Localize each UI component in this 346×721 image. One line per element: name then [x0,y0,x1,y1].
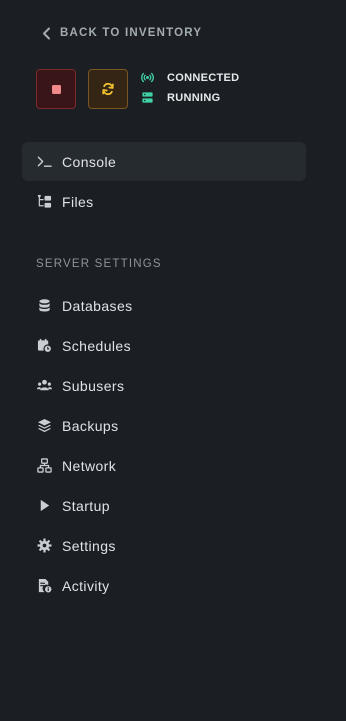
broadcast-icon [141,72,154,83]
chevron-left-icon [43,27,50,39]
nav-item-databases[interactable]: Databases [22,286,306,325]
database-icon [36,298,52,314]
connection-status-label: CONNECTED [167,71,240,84]
nav-item-files[interactable]: Files [22,182,306,221]
nav-item-console[interactable]: Console [22,142,306,181]
nav-item-activity[interactable]: Activity [22,566,306,605]
nav-item-label: Activity [62,577,110,594]
nav-item-label: Startup [62,497,110,514]
nav-item-label: Backups [62,417,119,434]
nav-item-network[interactable]: Network [22,446,306,485]
users-icon [36,378,52,394]
nav-item-label: Files [62,193,94,210]
nav-item-startup[interactable]: Startup [22,486,306,525]
nav-item-label: Settings [62,537,116,554]
server-icon [142,92,153,103]
back-link-label: BACK TO INVENTORY [60,27,203,39]
nav-item-label: Subusers [62,377,125,394]
server-status-label: RUNNING [167,91,221,104]
terminal-icon [36,154,52,170]
calendar-clock-icon [36,338,52,354]
folder-tree-icon [36,194,52,210]
nav-item-schedules[interactable]: Schedules [22,326,306,365]
server-status: RUNNING [141,91,220,104]
nav-item-label: Console [62,153,117,170]
nav-item-label: Network [62,457,117,474]
network-icon [36,458,52,474]
play-icon [36,498,52,514]
nav-item-label: Databases [62,297,133,314]
back-to-inventory-link[interactable]: BACK TO INVENTORY [42,25,202,41]
server-settings-heading: SERVER SETTINGS [36,258,162,270]
restart-server-button[interactable] [88,69,128,109]
connection-status: CONNECTED [141,71,239,84]
refresh-icon [102,82,114,96]
stop-icon [51,84,61,94]
nav-item-subusers[interactable]: Subusers [22,366,306,405]
layers-icon [36,418,52,434]
server-sidebar: BACK TO INVENTORY CONNECTED RUNNING Cons… [0,0,346,721]
stop-server-button[interactable] [36,69,76,109]
nav-item-settings[interactable]: Settings [22,526,306,565]
gear-icon [36,538,52,554]
activity-log-icon [36,578,52,594]
nav-item-backups[interactable]: Backups [22,406,306,445]
nav-item-label: Schedules [62,337,131,354]
